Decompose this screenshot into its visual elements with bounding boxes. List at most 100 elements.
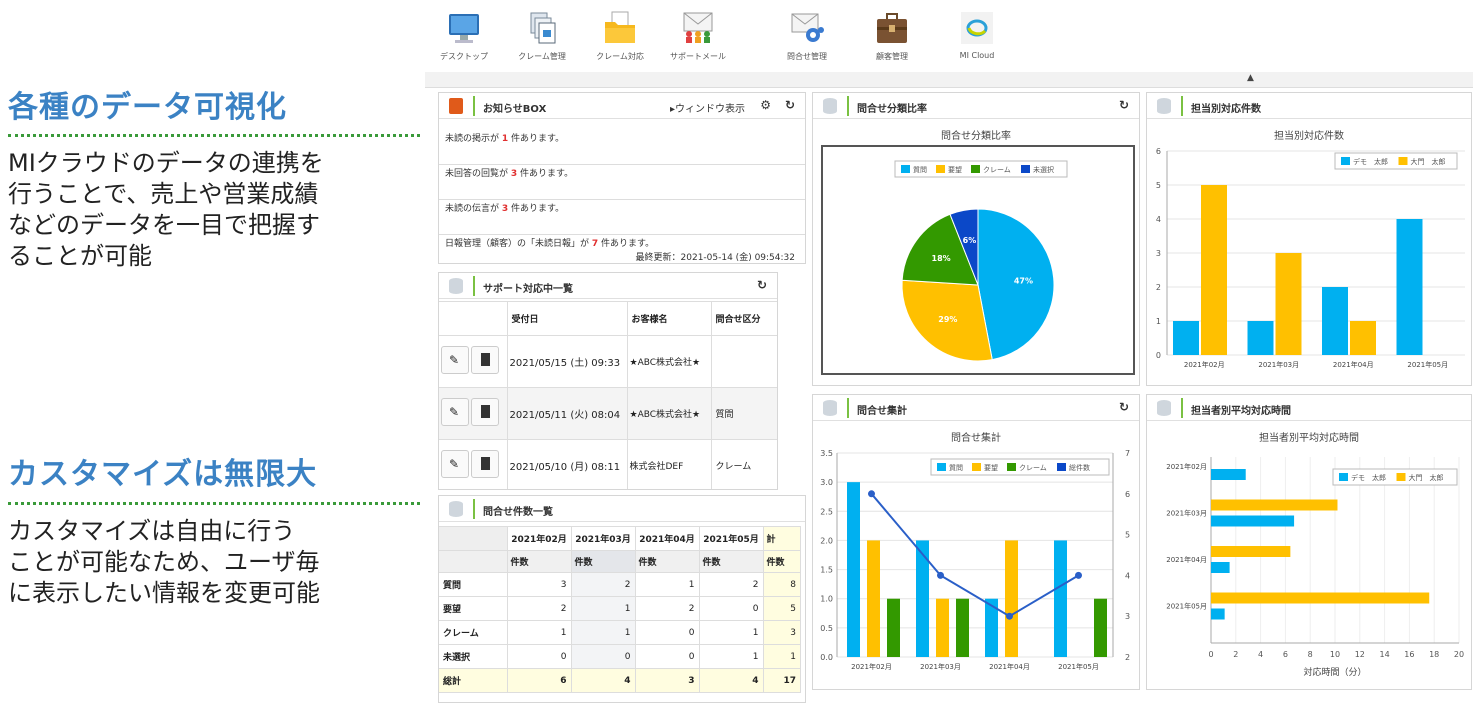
- refresh-icon[interactable]: ↻: [785, 98, 795, 112]
- document-button[interactable]: [471, 346, 499, 374]
- briefcase-icon: [874, 10, 910, 46]
- database-icon: [823, 400, 837, 416]
- x-tick-label: 2021年04月: [989, 662, 1030, 671]
- legend-swatch: [901, 165, 910, 173]
- section-body-customize: カスタマイズは自由に行う ことが可能なため、ユーザ毎 に表示したい情報を変更可能: [8, 517, 320, 607]
- bar: [1005, 540, 1018, 657]
- bar: [1211, 562, 1230, 573]
- legend-swatch: [1057, 463, 1066, 471]
- table-row: 未選択 0 0 0 1 1: [439, 644, 801, 669]
- x-tick-label: 0: [1208, 650, 1213, 659]
- x-tick-label: 10: [1330, 650, 1340, 659]
- edit-button[interactable]: ✎: [441, 450, 469, 478]
- last-updated: 最終更新：2021-05-14 (金) 09:54:32: [635, 253, 795, 263]
- table-row[interactable]: ✎ 2021/05/11 (火) 08:04 ★ABC株式会社★ 質問: [439, 387, 777, 440]
- total-point: [1075, 571, 1082, 579]
- notice-icon: [449, 98, 463, 114]
- total-point: [868, 490, 875, 498]
- bar: [1054, 540, 1067, 657]
- y2-tick-label: 6: [1125, 490, 1130, 499]
- y-tick-label: 4: [1156, 215, 1161, 224]
- notice-item[interactable]: 日報管理（顧客）の「未読日報」が 7 件あります。: [439, 236, 805, 249]
- toolbar-support-mail[interactable]: サポートメール: [659, 10, 737, 62]
- bar: [867, 540, 880, 657]
- chart-title: 問合せ集計: [951, 433, 1001, 444]
- inquiry-summary-chart: 0.0 0.5 1.0 1.5 2.0 2.5 3.0 3.5 2 3 4 5 6 7 質問 要望 クレーム 総件…: [820, 449, 1130, 671]
- chevron-up-icon: ▲: [1247, 73, 1254, 83]
- x-tick-label: 4: [1258, 650, 1263, 659]
- staff-count-chart: 0 1 2 3 4 5 6 デモ 太郎 大門 太郎 2021年02月 2021年03月 2021年04…: [1156, 147, 1465, 369]
- toolbar-claim-management[interactable]: クレーム管理: [503, 10, 581, 62]
- edit-button[interactable]: ✎: [441, 398, 469, 426]
- legend-label: デモ 太郎: [1351, 473, 1386, 482]
- total-point: [937, 571, 944, 579]
- pie-slice-label: 29%: [938, 315, 957, 324]
- staff-count-title: 担当別対応件数: [1191, 104, 1261, 115]
- notice-box-panel: お知らせBOX ▸ウィンドウ表示 ⚙ ↻ 未読の掲示が 1 件あります。 未回答…: [438, 92, 806, 264]
- database-icon: [823, 98, 837, 114]
- y-tick-label: 3.0: [820, 478, 833, 487]
- notice-item[interactable]: 未読の伝言が 3 件あります。: [439, 201, 805, 235]
- x-tick-label: 2021年02月: [851, 662, 892, 671]
- toolbar-inquiry-management[interactable]: 問合せ管理: [768, 10, 846, 62]
- legend-label: デモ 太郎: [1353, 157, 1388, 166]
- x-tick-label: 16: [1404, 650, 1414, 659]
- document-icon: [481, 405, 490, 418]
- table-row[interactable]: ✎ 2021/05/10 (月) 08:11 株式会社DEF クレーム: [439, 439, 777, 489]
- bar: [1211, 592, 1430, 604]
- toolbar-claim-response[interactable]: クレーム対応: [581, 10, 659, 62]
- total-line: [870, 493, 1080, 618]
- y-tick-label: 2.5: [820, 507, 833, 516]
- refresh-icon[interactable]: ↻: [1119, 400, 1129, 414]
- y-tick-label: 6: [1156, 147, 1161, 156]
- bar: [956, 598, 969, 657]
- window-display-link[interactable]: ▸ウィンドウ表示: [670, 100, 745, 115]
- table-row[interactable]: ✎ 2021/05/15 (土) 09:33 ★ABC株式会社★: [439, 335, 777, 388]
- notice-box-title: お知らせBOX: [483, 104, 547, 115]
- document-button[interactable]: [471, 398, 499, 426]
- x-axis-label: 対応時間（分）: [1303, 666, 1366, 678]
- section-heading-customize: カスタマイズは無限大: [8, 457, 318, 492]
- chart-title: 問合せ分類比率: [941, 131, 1011, 142]
- legend-label: クレーム: [983, 166, 1011, 174]
- document-icon: [481, 457, 490, 470]
- inquiry-summary-panel: 問合せ集計 ↻ 問合せ集計 0.0 0.5 1.0 1.5 2.0 2.5 3.0 3.5 2 3…: [812, 394, 1140, 690]
- document-button[interactable]: [471, 450, 499, 478]
- dotted-divider: [8, 134, 420, 137]
- edit-button[interactable]: ✎: [441, 346, 469, 374]
- notice-item[interactable]: 未回答の回覧が 3 件あります。: [439, 166, 805, 200]
- y-tick-label: 2: [1156, 283, 1161, 292]
- pencil-icon: ✎: [449, 405, 460, 419]
- chart-title: 担当者別平均対応時間: [1259, 433, 1359, 444]
- refresh-icon[interactable]: ↻: [757, 278, 767, 292]
- total-point: [1006, 612, 1013, 620]
- support-list-title: サポート対応中一覧: [483, 284, 573, 295]
- mail-people-icon: [680, 10, 716, 46]
- inquiry-summary-header: 問合せ集計 ↻: [813, 395, 1139, 421]
- y-tick-label: 3: [1156, 249, 1161, 258]
- pie-slice-label: 18%: [932, 254, 951, 263]
- legend-swatch: [1341, 157, 1350, 165]
- notice-item[interactable]: 未読の掲示が 1 件あります。: [439, 131, 805, 165]
- legend-swatch: [971, 165, 980, 173]
- x-tick-label: 2: [1233, 650, 1238, 659]
- bar: [887, 598, 900, 657]
- bar: [1201, 185, 1227, 355]
- chart-title: 担当別対応件数: [1274, 131, 1344, 142]
- toolbar-collapse-bar[interactable]: ▲: [425, 72, 1473, 88]
- x-tick-label: 2021年05月: [1407, 360, 1448, 369]
- toolbar-customer-management[interactable]: 顧客管理: [853, 10, 931, 62]
- pie-chart-frame: 質問 要望 クレーム 未選択 47% 29% 18% 6%: [821, 145, 1135, 375]
- y-tick-label: 1.5: [820, 566, 833, 575]
- bar: [1094, 598, 1107, 657]
- toolbar-mi-cloud[interactable]: MI Cloud: [938, 10, 1016, 60]
- bar: [1322, 287, 1348, 355]
- table-header-row: 受付日 お客様名 問合せ区分: [439, 301, 777, 336]
- toolbar-desktop[interactable]: デスクトップ: [425, 10, 503, 62]
- table-row: 要望 2 1 2 0 5: [439, 596, 801, 621]
- inquiry-count-panel: 問合せ件数一覧 2021年02月 2021年03月 2021年04月 2021年…: [438, 495, 806, 703]
- legend-label: 大門 太郎: [1411, 157, 1446, 166]
- refresh-icon[interactable]: ↻: [1119, 98, 1129, 112]
- x-tick-label: 2021年03月: [920, 662, 961, 671]
- gear-icon[interactable]: ⚙: [760, 98, 771, 112]
